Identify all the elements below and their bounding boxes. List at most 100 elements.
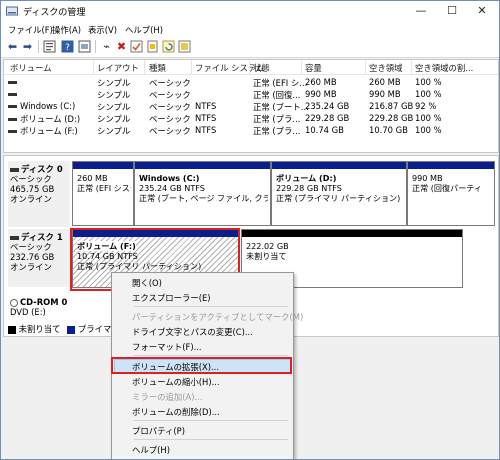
close-button[interactable]: ✕ [467, 1, 497, 21]
volume-cell [8, 77, 20, 87]
menu-item-change-drive-letter[interactable]: ドライブ文字とパスの変更(C)... [132, 326, 253, 338]
help-icon[interactable]: ? [61, 40, 74, 53]
disk-0-title: ディスク 0 [21, 164, 63, 174]
volume-name: ボリューム (F:) [20, 126, 78, 136]
free-percent-cell: 100 % [415, 125, 442, 135]
cdrom-title: CD-ROM 0 [20, 297, 68, 307]
menu-item-properties[interactable]: プロパティ(P) [132, 425, 185, 437]
list-view-icon[interactable] [78, 40, 91, 53]
menu-item-delete-volume[interactable]: ボリュームの削除(D)... [132, 406, 220, 418]
menu-bar: ファイル(F) 操作(A) 表示(V) ヘルプ(H) [1, 21, 499, 37]
cdrom-drive: DVD (E:) [10, 307, 46, 317]
settings-icon[interactable] [178, 40, 191, 53]
legend-unallocated-swatch [8, 325, 16, 334]
disk-1-title: ディスク 1 [21, 232, 63, 242]
header-separator [411, 60, 412, 74]
menu-item-open[interactable]: 開く(O) [132, 277, 162, 289]
new-volume-icon[interactable] [146, 40, 159, 53]
menu-item-explorer[interactable]: エクスプローラー(E) [132, 292, 211, 304]
column-header-volume[interactable]: ボリューム [10, 62, 52, 74]
disk-management-icon [6, 6, 18, 16]
layout-cell: シンプル [97, 90, 131, 100]
column-header-layout[interactable]: レイアウト [97, 62, 139, 74]
partition-size: 229.28 GB NTFS [276, 183, 342, 193]
disk-1-name: ディスク 1 [10, 232, 70, 242]
column-header-free-percent[interactable]: 空き領域の割... [415, 62, 473, 74]
partition-text: 260 MB 正常 (EFI システ [77, 173, 131, 193]
type-cell: ベーシック [149, 102, 191, 112]
back-arrow-icon[interactable]: ⬅ [6, 40, 19, 53]
menu-help[interactable]: ヘルプ(H) [125, 24, 163, 36]
menu-action[interactable]: 操作(A) [52, 24, 81, 36]
partition-text: 222.02 GB 未割り当て [246, 241, 460, 261]
layout-cell: シンプル [97, 102, 131, 112]
window-title: ディスクの管理 [23, 8, 86, 18]
maximize-button[interactable]: ☐ [437, 1, 467, 21]
menu-file[interactable]: ファイル(F) [8, 24, 53, 36]
layout-cell: シンプル [97, 114, 131, 124]
svg-text:?: ? [65, 43, 70, 53]
column-header-capacity[interactable]: 容量 [305, 62, 322, 74]
menu-item-format[interactable]: フォーマット(F)... [132, 341, 202, 353]
header-separator [301, 60, 302, 74]
partition-windows-c[interactable]: Windows (C:) 235.24 GB NTFS 正常 (ブート, ページ… [134, 161, 271, 226]
header-separator [191, 60, 192, 74]
legend-primary-swatch [67, 325, 76, 334]
column-header-status[interactable]: 状態 [253, 62, 270, 74]
partition-efi[interactable]: 260 MB 正常 (EFI システ [72, 161, 134, 226]
partition-size: 222.02 GB [246, 241, 289, 251]
toolbar: ⬅ ➡ ? ⌁ ✖ [1, 37, 499, 58]
connect-icon[interactable]: ⌁ [100, 40, 113, 53]
column-header-free-space[interactable]: 空き領域 [369, 62, 403, 74]
cdrom-label[interactable]: CD-ROM 0 DVD (E:) [8, 294, 70, 320]
partition-text: Windows (C:) 235.24 GB NTFS 正常 (ブート, ページ… [139, 173, 268, 203]
refresh-icon[interactable] [162, 40, 175, 53]
volume-cell [8, 89, 20, 99]
extend-volume-highlight-box [111, 357, 292, 374]
table-row[interactable]: Windows (C:) シンプル ベーシック NTFS 正常 (ブート... … [4, 101, 498, 112]
minimize-button[interactable]: — [406, 1, 436, 21]
forward-arrow-icon[interactable]: ➡ [21, 40, 34, 53]
type-cell: ベーシック [149, 90, 191, 100]
partition-size: 260 MB [77, 173, 108, 183]
partition-bar [135, 162, 270, 169]
menu-view[interactable]: 表示(V) [88, 24, 117, 36]
filesystem-cell: NTFS [195, 101, 217, 111]
check-icon[interactable] [130, 40, 143, 53]
partition-volume-d[interactable]: ボリューム (D:) 229.28 GB NTFS 正常 (プライマリ パーティ… [271, 161, 407, 226]
delete-icon[interactable]: ✖ [115, 40, 128, 53]
menu-item-help[interactable]: ヘルプ(H) [132, 444, 170, 456]
partition-bar [272, 162, 406, 169]
free-percent-cell: 100 % [415, 113, 442, 123]
volume-cell: ボリューム (D:) [8, 113, 80, 125]
disk-1-type: ベーシック [10, 242, 52, 252]
volume-name: Windows (C:) [20, 101, 76, 111]
type-cell: ベーシック [149, 78, 191, 88]
free-percent-cell: 100 % [415, 89, 442, 99]
table-row[interactable]: シンプル ベーシック 正常 (EFI シ... 260 MB 260 MB 10… [4, 77, 498, 88]
properties-icon[interactable] [43, 40, 56, 53]
table-row[interactable]: シンプル ベーシック 正常 (回復... 990 MB 990 MB 100 % [4, 89, 498, 100]
status-cell: 正常 (回復... [253, 90, 301, 100]
partition-text: ボリューム (D:) 229.28 GB NTFS 正常 (プライマリ パーティ… [276, 173, 404, 203]
menu-item-mark-active[interactable]: パーティションをアクティブとしてマーク(M) [132, 311, 303, 323]
disk-1-label[interactable]: ディスク 1 ベーシック 232.76 GB オンライン [8, 229, 70, 287]
partition-recovery[interactable]: 990 MB 正常 (回復パーティ [407, 161, 495, 226]
partition-size: 235.24 GB NTFS [139, 183, 205, 193]
disk-0-label[interactable]: ディスク 0 ベーシック 465.75 GB オンライン [8, 161, 70, 227]
column-header-type[interactable]: 種類 [149, 62, 166, 74]
menu-separator [134, 439, 288, 440]
filesystem-cell: NTFS [195, 113, 217, 123]
partition-status: 正常 (プライマリ パーティション) [276, 193, 401, 203]
partition-bar [242, 230, 462, 237]
layout-cell: シンプル [97, 126, 131, 136]
menu-item-shrink-volume[interactable]: ボリュームの縮小(H)... [132, 376, 220, 388]
partition-bar [408, 162, 494, 169]
disk-icon [10, 235, 19, 240]
layout-cell: シンプル [97, 78, 131, 88]
table-row[interactable]: ボリューム (F:) シンプル ベーシック NTFS 正常 (プラ... 10.… [4, 125, 498, 136]
menu-item-add-mirror[interactable]: ミラーの追加(A)... [132, 391, 203, 403]
menu-separator [134, 306, 288, 307]
status-cell: 正常 (ブート... [253, 102, 309, 112]
table-row[interactable]: ボリューム (D:) シンプル ベーシック NTFS 正常 (プラ... 229… [4, 113, 498, 124]
